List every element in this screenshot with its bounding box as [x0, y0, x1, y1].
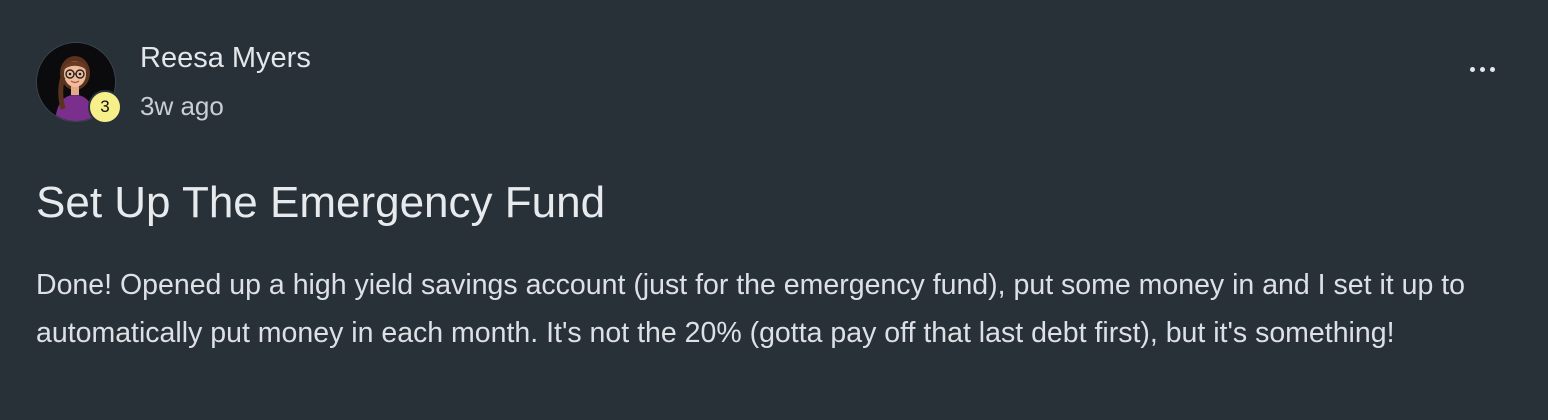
more-horizontal-icon-dot [1489, 66, 1495, 72]
level-badge: 3 [88, 90, 122, 124]
post-title: Set Up The Emergency Fund [36, 178, 606, 227]
post-card: 3 Reesa Myers 3w ago Set Up The Emergenc… [0, 0, 1548, 420]
author-name[interactable]: Reesa Myers [140, 42, 311, 75]
more-horizontal-icon [1469, 66, 1475, 72]
more-options-button[interactable] [1462, 54, 1502, 84]
avatar-container[interactable]: 3 [36, 42, 122, 124]
post-body: Done! Opened up a high yield savings acc… [36, 269, 1465, 349]
post-header: 3 Reesa Myers 3w ago [36, 42, 1512, 124]
post-timestamp: 3w ago [140, 91, 224, 121]
more-horizontal-icon-dot [1479, 66, 1485, 72]
